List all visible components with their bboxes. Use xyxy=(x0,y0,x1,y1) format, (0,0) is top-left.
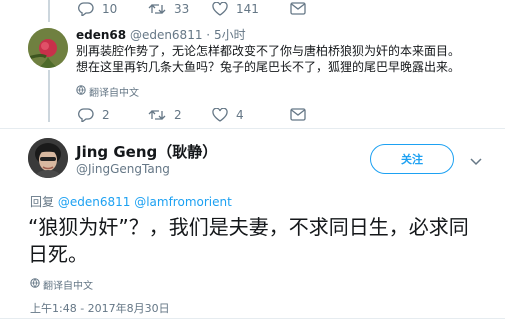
envelope-icon xyxy=(290,2,306,15)
tweet-text-line: 别再装腔作势了，无论怎样都改变不了你与唐柏桥狼狈为奸的本来面目。 xyxy=(76,44,461,58)
retweet-icon xyxy=(148,108,166,122)
tweet-timestamp[interactable]: 上午1:48 - 2017年8月30日 xyxy=(30,300,170,316)
globe-icon xyxy=(30,278,43,291)
retweet-action[interactable]: 33 xyxy=(148,2,189,16)
retweet-icon xyxy=(148,2,166,16)
follow-button[interactable]: 关注 xyxy=(370,144,454,174)
dm-action[interactable] xyxy=(290,2,306,15)
reply-to-line: 回复 @eden6811 @lamfromorient xyxy=(30,193,232,210)
tweet-text: 别再装腔作势了，无论怎样都改变不了你与唐柏桥狼狈为奸的本来面目。 想在这里再钓几… xyxy=(76,43,496,75)
mention-link[interactable]: @lamfromorient xyxy=(134,195,232,209)
divider xyxy=(0,128,505,129)
reply-icon xyxy=(78,2,94,16)
user-handle[interactable]: @eden6811 xyxy=(130,28,203,42)
reply-header: eden68 @eden6811 · 5小时 xyxy=(76,26,246,43)
reply-prefix: 回复 xyxy=(30,195,55,209)
avatar[interactable] xyxy=(28,138,68,178)
user-name[interactable]: Jing Geng（耿静） xyxy=(76,141,217,162)
reply-action[interactable]: 10 xyxy=(78,2,117,16)
translate-label: 翻译自中文 xyxy=(43,281,93,292)
reply-action[interactable]: 2 xyxy=(78,108,110,122)
tweet-text: “狼狈为奸”？，我们是夫妻，不求同日生，必求同日死。 xyxy=(28,215,469,266)
retweet-count: 2 xyxy=(174,108,182,122)
like-count: 141 xyxy=(236,2,259,16)
like-action[interactable]: 141 xyxy=(212,2,259,16)
separator: · xyxy=(206,28,211,42)
retweet-count: 33 xyxy=(174,2,190,16)
dm-action[interactable] xyxy=(290,108,306,121)
reply-count: 2 xyxy=(102,108,110,122)
chevron-down-icon[interactable] xyxy=(470,151,482,170)
like-action[interactable]: 4 xyxy=(212,108,244,122)
mention-link[interactable]: @eden6811 xyxy=(58,195,131,209)
globe-icon xyxy=(76,85,89,98)
reply-icon xyxy=(78,108,94,122)
avatar[interactable] xyxy=(28,28,68,68)
heart-icon xyxy=(212,108,228,122)
translate-link[interactable]: 翻译自中文 xyxy=(76,84,139,99)
tweet-time[interactable]: 5小时 xyxy=(214,28,246,42)
retweet-action[interactable]: 2 xyxy=(148,108,182,122)
user-name[interactable]: eden68 xyxy=(76,28,126,42)
thread-line xyxy=(48,70,50,122)
heart-icon xyxy=(212,2,228,16)
translate-label: 翻译自中文 xyxy=(89,88,139,99)
like-count: 4 xyxy=(236,108,244,122)
thread-line xyxy=(48,0,50,22)
tweet-text-line: 想在这里再钓几条大鱼吗？兔子的尾巴长不了，狐狸的尾巴早晚露出来。 xyxy=(76,60,461,74)
user-handle[interactable]: @JingGengTang xyxy=(76,162,170,176)
divider xyxy=(0,318,505,319)
envelope-icon xyxy=(290,108,306,121)
reply-count: 10 xyxy=(102,2,118,16)
translate-link[interactable]: 翻译自中文 xyxy=(30,277,93,292)
